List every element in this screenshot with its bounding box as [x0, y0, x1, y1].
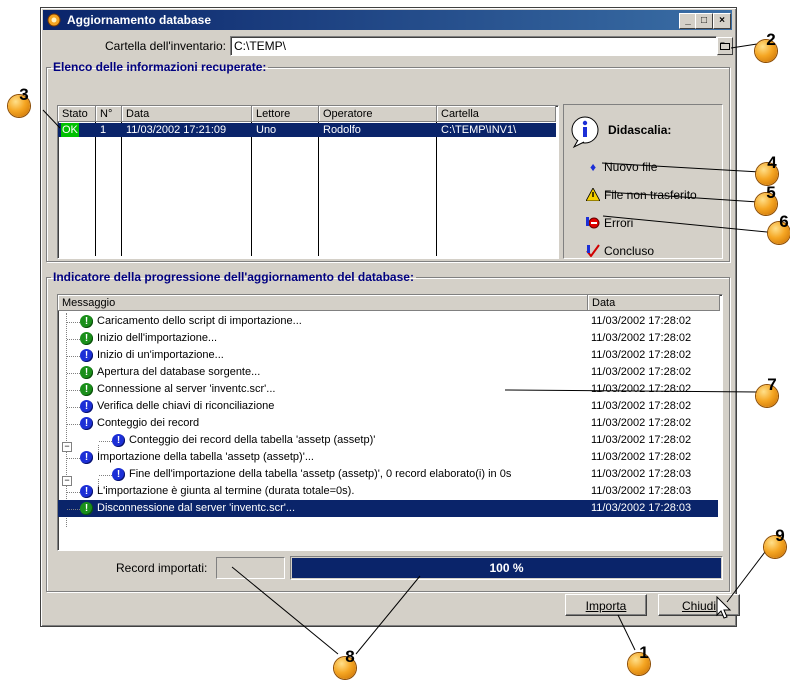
callout-5: 5 — [755, 184, 777, 215]
callout-7: 7 — [756, 376, 778, 407]
callout-8: 8 — [334, 648, 356, 679]
callout-lines — [42, 43, 778, 655]
callout-2: 2 — [755, 31, 777, 62]
callout-6: 6 — [768, 213, 790, 244]
callout-3: 3 — [8, 86, 30, 117]
callout-1: 1 — [628, 644, 650, 675]
callout-4: 4 — [756, 154, 778, 185]
callout-9: 9 — [764, 527, 786, 558]
